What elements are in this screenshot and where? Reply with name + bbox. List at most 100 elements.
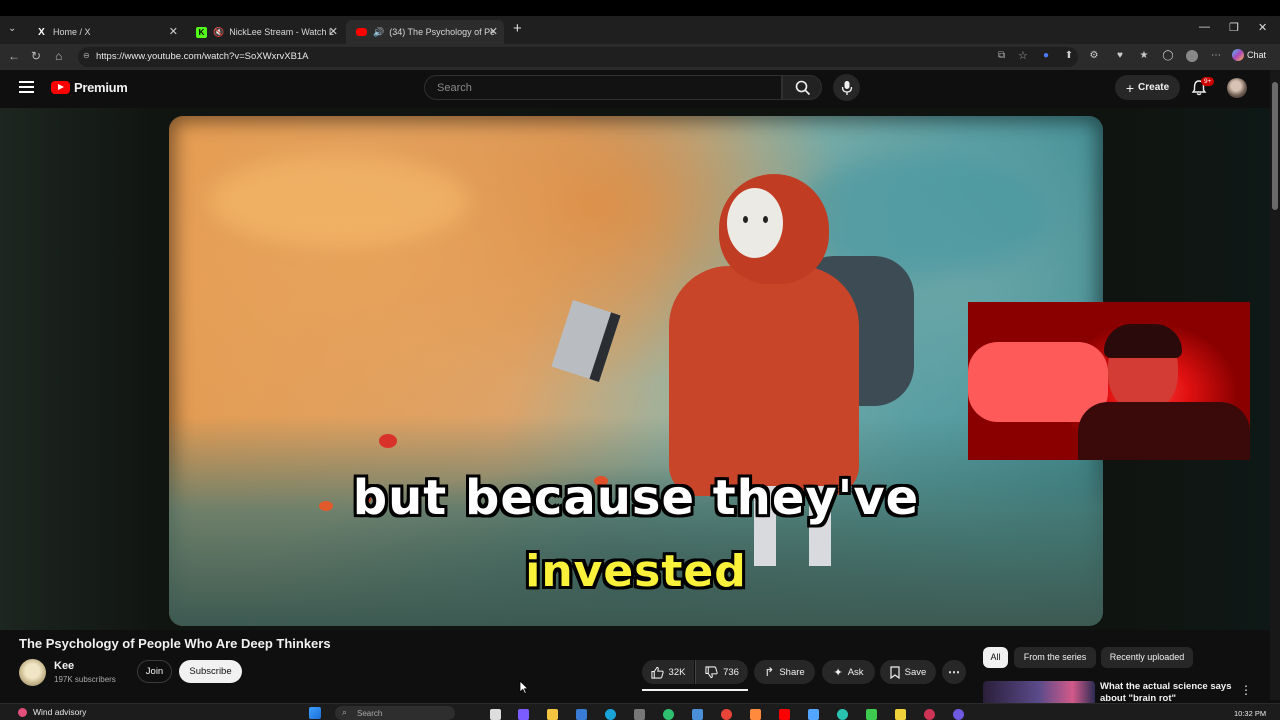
new-tab-icon[interactable]: + bbox=[513, 20, 522, 37]
account-avatar[interactable] bbox=[1227, 78, 1247, 98]
chip-from-the-series[interactable]: From the series bbox=[1014, 647, 1096, 668]
share-icon: ↱ bbox=[764, 665, 775, 679]
extension-shield-icon[interactable]: ● bbox=[1040, 50, 1052, 62]
app-icon[interactable] bbox=[866, 709, 877, 720]
close-window-icon[interactable]: ✕ bbox=[1258, 21, 1267, 34]
chip-recently-uploaded[interactable]: Recently uploaded bbox=[1101, 647, 1193, 668]
url-field[interactable]: ⊖ https://www.youtube.com/watch?v=SoXWxr… bbox=[78, 47, 1078, 67]
subscribe-button[interactable]: Subscribe bbox=[179, 660, 242, 683]
search-icon: ⌕ bbox=[342, 707, 348, 717]
app-icon[interactable] bbox=[895, 709, 906, 720]
app-icon[interactable] bbox=[634, 709, 645, 720]
reload-icon[interactable]: ↻ bbox=[31, 49, 41, 63]
home-icon[interactable]: ⌂ bbox=[55, 49, 62, 63]
channel-avatar[interactable] bbox=[19, 659, 46, 686]
muted-speaker-icon[interactable]: 🔇 bbox=[213, 27, 224, 38]
browser-tab-title: NickLee Stream - Watch Live bbox=[229, 27, 335, 37]
app-icon[interactable] bbox=[924, 709, 935, 720]
tab-list-chevron-icon[interactable]: ⌄ bbox=[8, 23, 16, 34]
eye bbox=[763, 216, 768, 223]
extension-pin-icon[interactable]: ⬆ bbox=[1063, 50, 1075, 62]
youtube-premium-logo[interactable]: Premium bbox=[51, 80, 128, 95]
chrome-icon[interactable] bbox=[721, 709, 732, 720]
dislike-count: 736 bbox=[723, 666, 739, 678]
search-button[interactable] bbox=[782, 75, 822, 100]
youtube-app-icon[interactable] bbox=[779, 709, 790, 720]
performance-icon[interactable]: ♥ bbox=[1114, 50, 1126, 62]
page-scrollbar[interactable] bbox=[1270, 70, 1280, 700]
voice-search-button[interactable] bbox=[833, 74, 860, 101]
weather-widget[interactable]: Wind advisory bbox=[18, 707, 86, 717]
dislike-button[interactable]: 736 bbox=[695, 660, 748, 684]
taskbar-clock[interactable]: 10:32 PM bbox=[1234, 709, 1266, 718]
microphone-icon bbox=[841, 81, 853, 95]
menu-icon[interactable] bbox=[19, 81, 34, 93]
weather-alert-icon bbox=[18, 707, 27, 717]
streamer-hair bbox=[1104, 324, 1182, 358]
task-view-icon[interactable] bbox=[490, 709, 501, 720]
channel-name[interactable]: Kee bbox=[54, 660, 74, 672]
close-tab-icon[interactable]: ✕ bbox=[489, 25, 498, 38]
address-toolbar: ← ↻ ⌂ ⊖ https://www.youtube.com/watch?v=… bbox=[0, 44, 1280, 70]
recommendation-title[interactable]: What the actual science says about "brai… bbox=[1100, 681, 1232, 703]
like-count: 32K bbox=[668, 666, 686, 678]
youtube-play-icon bbox=[51, 81, 70, 94]
app-icon[interactable] bbox=[663, 709, 674, 720]
browser-tab-x[interactable]: X Home / X ✕ bbox=[26, 20, 184, 44]
app-icon[interactable] bbox=[837, 709, 848, 720]
close-tab-icon[interactable]: ✕ bbox=[169, 25, 178, 38]
streamer-shirt bbox=[1078, 402, 1250, 460]
app-icon[interactable] bbox=[808, 709, 819, 720]
edge-icon[interactable] bbox=[605, 709, 616, 720]
like-button[interactable]: 32K bbox=[642, 660, 694, 684]
store-icon[interactable] bbox=[576, 709, 587, 720]
start-windows-icon[interactable] bbox=[309, 707, 321, 719]
app-icon[interactable] bbox=[953, 709, 964, 720]
site-info-icon[interactable]: ⊖ bbox=[83, 51, 90, 60]
subscriber-count: 197K subscribers bbox=[54, 675, 116, 684]
copilot-chat-button[interactable]: Chat bbox=[1232, 49, 1266, 61]
file-explorer-icon[interactable] bbox=[547, 709, 558, 720]
search-input[interactable]: Search bbox=[424, 75, 782, 100]
browser-essentials-icon[interactable]: ◯ bbox=[1162, 50, 1174, 62]
ask-label: Ask bbox=[847, 666, 864, 678]
create-button[interactable]: + Create bbox=[1115, 75, 1180, 100]
character-face bbox=[727, 188, 783, 258]
book bbox=[551, 299, 621, 383]
speaker-icon[interactable]: 🔊 bbox=[373, 27, 384, 38]
calculator-icon[interactable] bbox=[692, 709, 703, 720]
favorite-star-icon[interactable]: ☆ bbox=[1018, 49, 1028, 62]
recommendation-thumbnail[interactable] bbox=[983, 681, 1095, 703]
extensions-icon[interactable]: ⚙ bbox=[1088, 50, 1100, 62]
app-icon[interactable] bbox=[750, 709, 761, 720]
back-icon[interactable]: ← bbox=[8, 49, 20, 63]
restore-icon[interactable]: ❐ bbox=[1229, 21, 1239, 34]
split-screen-icon[interactable]: ⧉ bbox=[998, 50, 1005, 61]
browser-tab-strip: ⌄ X Home / X ✕ K 🔇 NickLee Stream - Watc… bbox=[0, 0, 1280, 44]
save-button[interactable]: Save bbox=[880, 660, 936, 684]
minimize-icon[interactable]: — bbox=[1199, 21, 1210, 33]
sparkle-icon: ✦ bbox=[833, 666, 843, 679]
favorites-icon[interactable]: ★ bbox=[1138, 50, 1150, 62]
more-menu-icon[interactable]: ⋯ bbox=[1210, 50, 1222, 62]
video-player[interactable]: but because they've invested bbox=[0, 108, 1270, 630]
video-frame: but because they've invested bbox=[169, 116, 1103, 626]
red-flower bbox=[379, 434, 397, 448]
chip-all[interactable]: All bbox=[983, 647, 1008, 668]
sky-brush-stroke bbox=[209, 156, 469, 246]
join-button[interactable]: Join bbox=[137, 660, 172, 683]
share-button[interactable]: ↱ Share bbox=[754, 660, 815, 684]
more-actions-button[interactable]: ⋯ bbox=[942, 660, 966, 684]
scrollbar-thumb[interactable] bbox=[1272, 82, 1278, 210]
youtube-logo-icon bbox=[356, 28, 367, 36]
browser-tab-youtube[interactable]: 🔊 (34) The Psychology of People ✕ bbox=[346, 20, 504, 44]
more-vertical-icon[interactable]: ⋮ bbox=[1240, 683, 1252, 697]
taskbar-search[interactable]: ⌕ Search bbox=[335, 706, 455, 720]
profile-icon[interactable] bbox=[1186, 50, 1198, 62]
close-tab-icon[interactable]: ✕ bbox=[329, 25, 338, 38]
browser-tab-kick[interactable]: K 🔇 NickLee Stream - Watch Live ✕ bbox=[186, 20, 344, 44]
ask-button[interactable]: ✦ Ask bbox=[822, 660, 875, 684]
create-label: Create bbox=[1138, 82, 1170, 93]
widgets-icon[interactable] bbox=[518, 709, 529, 720]
url-text: https://www.youtube.com/watch?v=SoXWxrvX… bbox=[96, 51, 309, 62]
